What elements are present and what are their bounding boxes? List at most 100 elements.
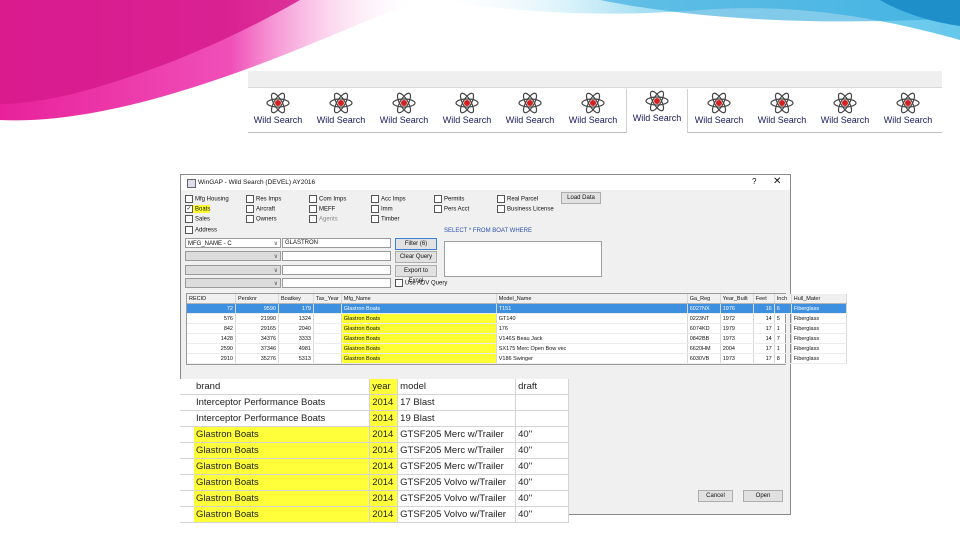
grid-row[interactable]: 1428 34376 3333 Glastron Boats V146S Beau Ja… <box>187 333 847 344</box>
field-select-3[interactable]: ∨ <box>185 265 281 275</box>
grid-column-header[interactable]: Ga_Reg <box>687 294 721 304</box>
grid-cell: 2590 <box>187 343 236 354</box>
field-value-input-4[interactable] <box>282 278 391 288</box>
sheet-cell: 40" <box>515 506 569 523</box>
checkbox-mfg-housing[interactable]: Mfg Housing <box>185 195 229 203</box>
tab-wild-search[interactable]: Wild Search <box>689 91 749 129</box>
checkbox-agents[interactable]: Agents <box>309 215 338 223</box>
field-value-input-2[interactable] <box>282 251 391 261</box>
checkbox-owners[interactable]: Owners <box>246 215 277 223</box>
grid-row[interactable]: 72 9590 179 Glastron Boats T151 6027NX 1976 16 6… <box>187 303 847 314</box>
grid-row[interactable]: 2910 35276 5313 Glastron Boats V186 Swinger 6… <box>187 353 847 364</box>
grid-cell: 7 <box>774 333 792 344</box>
checkbox-label: Boats <box>195 206 211 213</box>
checkbox-pers-acct[interactable]: Pers Acct <box>434 205 469 213</box>
tab-wild-search[interactable]: Wild Search <box>626 89 688 133</box>
tab-strip-divider <box>248 132 942 133</box>
field-value-input[interactable]: GLASTRON <box>282 238 391 248</box>
checkbox-label: Owners <box>256 216 277 223</box>
results-grid[interactable]: RECID Persknr Boatkey Tax_Year Mfg_Name Model… <box>186 293 847 365</box>
sql-query-box[interactable] <box>444 241 602 277</box>
tab-wild-search[interactable]: Wild Search <box>500 91 560 129</box>
grid-row[interactable]: 2590 37346 4981 Glastron Boats SX175 Merc Op… <box>187 343 847 354</box>
grid-column-header[interactable]: RECID <box>187 294 236 304</box>
tab-label: Wild Search <box>883 115 933 125</box>
grid-row[interactable]: 576 21990 1324 Glastron Boats GT140 0223NT 197… <box>187 313 847 324</box>
grid-cell: 14 <box>753 333 775 344</box>
grid-column-header[interactable]: Tax_Year <box>313 294 342 304</box>
sheet-cell: GTSF205 Volvo w/Trailer <box>397 490 517 507</box>
grid-column-header[interactable]: Feet <box>753 294 775 304</box>
grid-column-header[interactable]: Hull_Mater <box>791 294 847 304</box>
atom-icon <box>770 92 794 114</box>
atom-icon <box>645 90 669 112</box>
checkbox-res-imps[interactable]: Res Imps <box>246 195 281 203</box>
sheet-cell: 2014 <box>369 410 399 427</box>
excel-sheet-overlay: brand year model draft Interceptor Performan… <box>180 379 569 523</box>
sheet-cell: Glastron Boats <box>193 490 371 507</box>
grid-cell: 1979 <box>720 323 754 334</box>
grid-cell: 2004 <box>720 343 754 354</box>
checkbox-address[interactable]: Address <box>185 226 217 234</box>
field-select-4[interactable]: ∨ <box>185 278 281 288</box>
grid-cell: 72 <box>187 303 236 314</box>
tab-wild-search[interactable]: Wild Search <box>437 91 497 129</box>
grid-row[interactable]: 842 29165 2040 Glastron Boats 176 6074KD 1979 1… <box>187 323 847 334</box>
grid-column-header[interactable]: Model_Name <box>496 294 688 304</box>
tab-wild-search[interactable]: Wild Search <box>563 91 623 129</box>
sheet-cell: Glastron Boats <box>193 442 371 459</box>
grid-cell: 1973 <box>720 333 754 344</box>
grid-column-header[interactable]: Boatkey <box>278 294 314 304</box>
grid-cell: 9590 <box>235 303 279 314</box>
checkbox-business-license[interactable]: Business License <box>497 205 554 213</box>
grid-cell: 1 <box>774 323 792 334</box>
checkbox-use-adv-query[interactable]: Use ADV Query <box>395 279 447 287</box>
dialog-title-bar: WinGAP - Wild Search (DEVEL) AY2016 ? ✕ <box>181 175 790 190</box>
tab-label: Wild Search <box>694 115 744 125</box>
filter-button[interactable]: Filter (6) <box>395 238 437 250</box>
grid-column-header[interactable]: Persknr <box>235 294 279 304</box>
checkbox-label: Mfg Housing <box>195 196 229 203</box>
tab-wild-search[interactable]: Wild Search <box>248 91 308 129</box>
tab-wild-search[interactable]: Wild Search <box>815 91 875 129</box>
export-excel-button[interactable]: Export to Excel <box>395 265 437 284</box>
close-button[interactable]: ✕ <box>773 176 781 187</box>
checkbox-permits[interactable]: Permits <box>434 195 464 203</box>
checkbox-sales[interactable]: Sales <box>185 215 210 223</box>
grid-column-header[interactable]: Inch <box>774 294 792 304</box>
grid-column-header[interactable]: Year_Built <box>720 294 754 304</box>
checkbox-meff[interactable]: MEFF <box>309 205 335 213</box>
sheet-row: Glastron Boats 2014 GTSF205 Merc w/Trailer… <box>180 426 569 443</box>
field-value-input-3[interactable] <box>282 265 391 275</box>
sheet-header-row: brand year model draft <box>180 379 569 395</box>
tab-wild-search[interactable]: Wild Search <box>311 91 371 129</box>
atom-icon <box>518 92 542 114</box>
checkbox-com-imps[interactable]: Com Imps <box>309 195 346 203</box>
tab-wild-search[interactable]: Wild Search <box>374 91 434 129</box>
sheet-cell: Interceptor Performance Boats <box>193 410 371 427</box>
tab-wild-search[interactable]: Wild Search <box>878 91 938 129</box>
checkbox-real-parcel[interactable]: Real Parcel <box>497 195 538 203</box>
checkbox-acc-imps[interactable]: Acc Imps <box>371 195 406 203</box>
field-select[interactable]: MFG_NAME - C ∨ <box>185 238 281 248</box>
grid-cell: Fiberglass <box>791 343 847 354</box>
sheet-cell: Glastron Boats <box>193 474 371 491</box>
checkbox-boats[interactable]: ✓ Boats <box>185 205 211 213</box>
sheet-cell: 2014 <box>369 474 399 491</box>
cancel-button[interactable]: Cancel <box>698 490 733 502</box>
help-button[interactable]: ? <box>752 177 756 186</box>
tab-label: Wild Search <box>505 115 555 125</box>
load-data-button[interactable]: Load Data <box>561 192 601 204</box>
field-select-2[interactable]: ∨ <box>185 251 281 261</box>
grid-cell: 17 <box>753 353 775 364</box>
sheet-cell <box>515 394 569 411</box>
checkbox-aircraft[interactable]: Aircraft <box>246 205 275 213</box>
tab-wild-search[interactable]: Wild Search <box>752 91 812 129</box>
grid-column-header[interactable]: Mfg_Name <box>341 294 497 304</box>
checkbox-imm[interactable]: Imm <box>371 205 393 213</box>
clear-query-button[interactable]: Clear Query <box>395 251 437 263</box>
sheet-row: Interceptor Performance Boats 2014 19 Blas… <box>180 410 569 427</box>
tab-label: Wild Search <box>568 115 618 125</box>
open-button[interactable]: Open <box>743 490 783 502</box>
checkbox-timber[interactable]: Timber <box>371 215 399 223</box>
